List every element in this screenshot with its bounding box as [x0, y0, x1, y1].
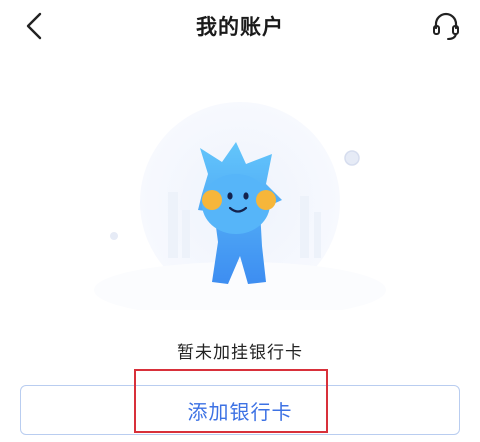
page-title: 我的账户: [196, 15, 284, 39]
mascot-illustration: [90, 100, 390, 318]
customer-service-button[interactable]: [428, 8, 464, 44]
nav-bar: 我的账户: [0, 0, 480, 52]
empty-state-message: 暂未加挂银行卡: [177, 343, 303, 363]
headset-icon: [433, 12, 459, 40]
add-bank-card-button[interactable]: 添加银行卡: [20, 385, 460, 435]
add-bank-card-label: 添加银行卡: [187, 399, 293, 424]
